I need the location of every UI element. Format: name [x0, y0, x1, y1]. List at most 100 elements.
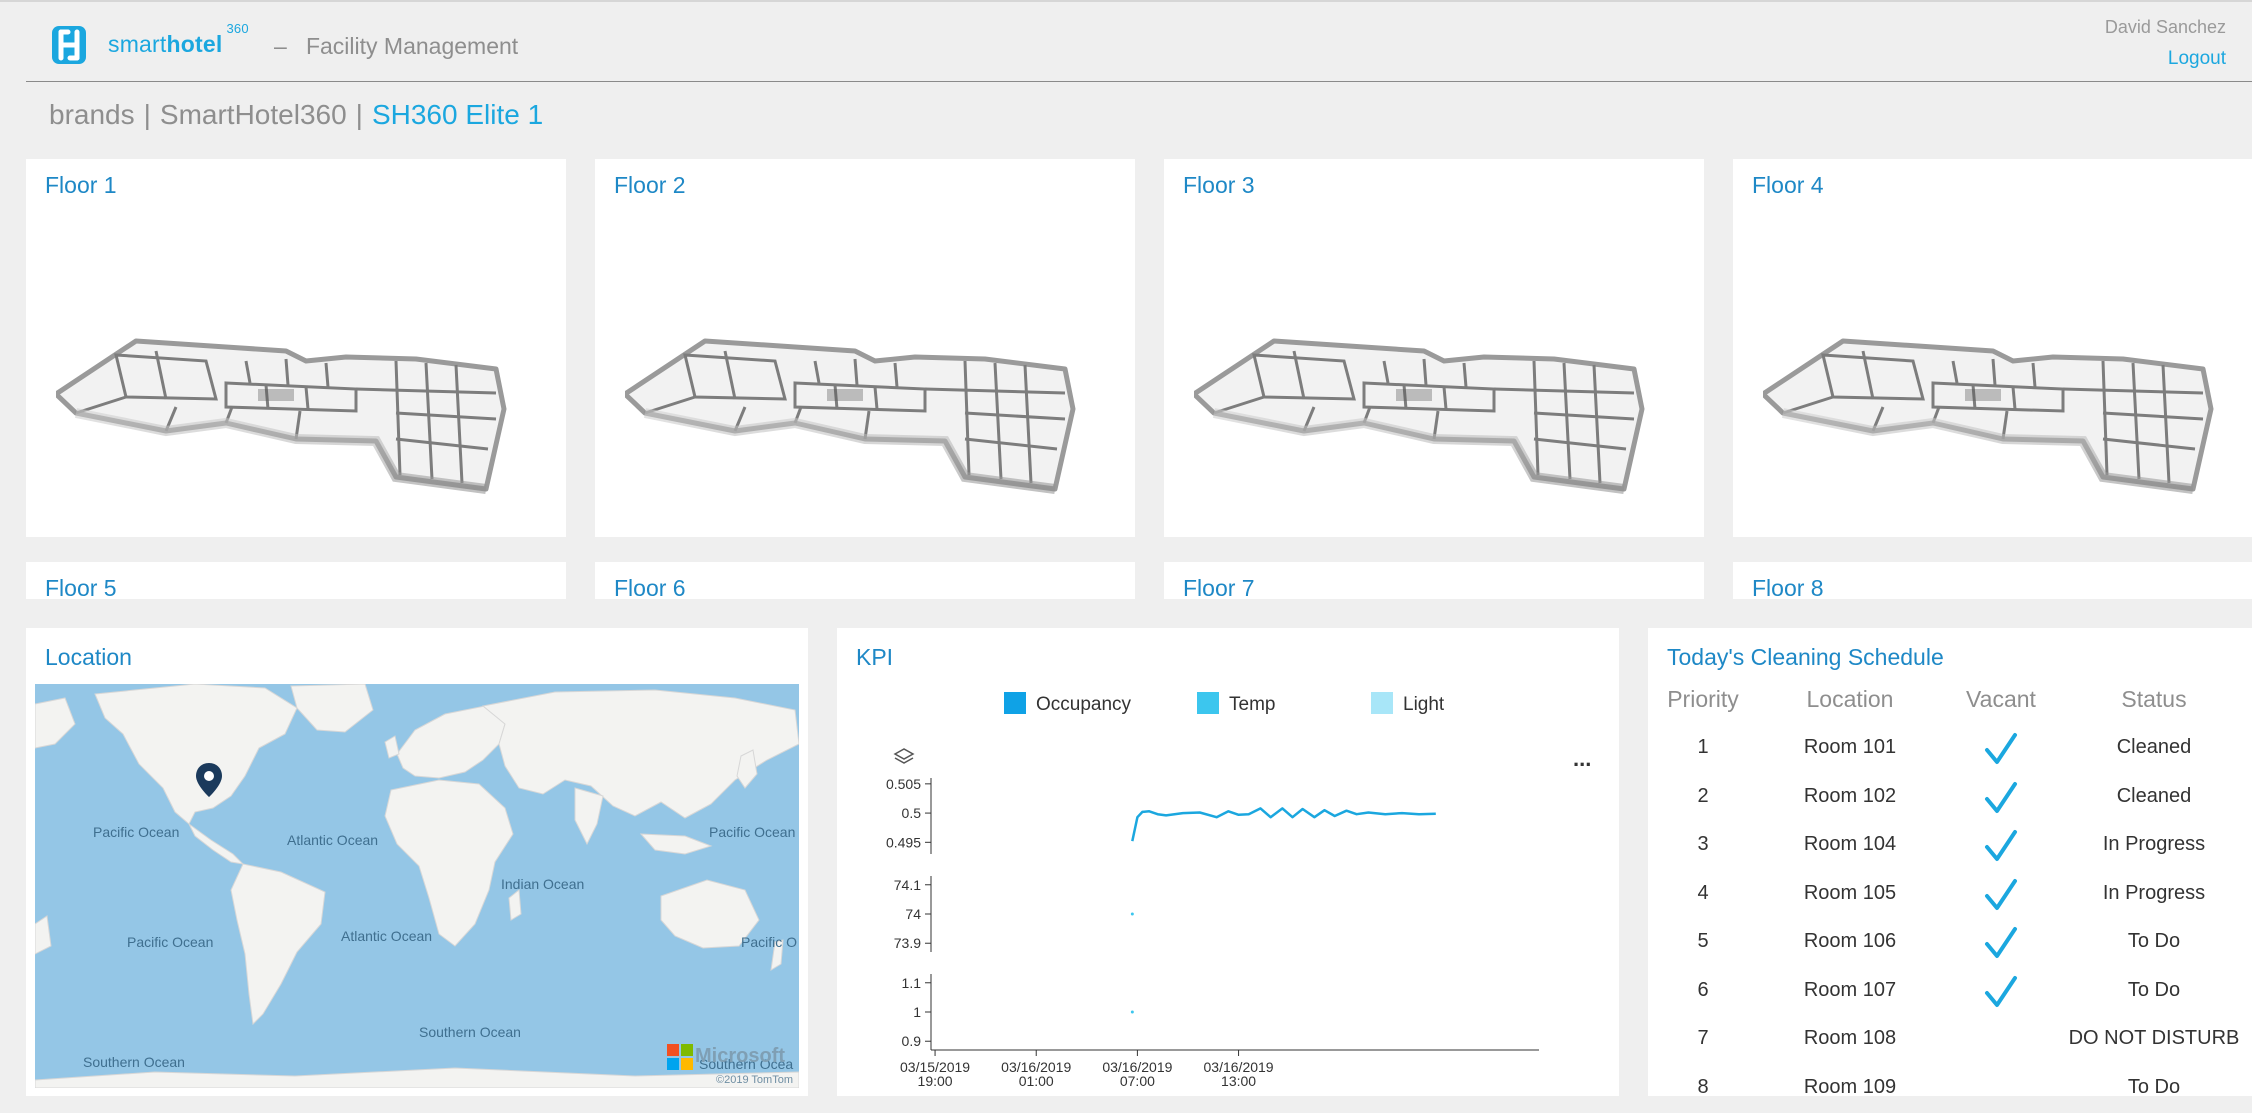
column-header: Vacant [1966, 686, 2036, 712]
floor-card[interactable]: Floor 7 [1164, 562, 1704, 599]
map-copyright: ©2019 TomTom [716, 1074, 793, 1086]
floor-title: Floor 2 [614, 172, 686, 198]
y-tick-label: 73.9 [894, 935, 921, 951]
cell-status: To Do [2127, 1075, 2181, 1098]
table-row[interactable]: 2 Room 102 Cleaned [1648, 781, 2252, 821]
y-tick-label: 74 [905, 906, 921, 922]
microsoft-logo-icon [667, 1044, 693, 1070]
y-tick-label: 1.1 [902, 975, 922, 991]
checkmark-icon [1985, 830, 2017, 861]
column-header: Status [2121, 686, 2187, 712]
cell-location: Room 105 [1803, 881, 1897, 904]
map-label-pacific-edge: Pacific O [741, 934, 798, 950]
table-row[interactable]: 8 Room 109 To Do [1648, 1072, 2252, 1112]
brand-bold: hotel [166, 31, 223, 57]
y-tick-label: 0.5 [902, 805, 922, 821]
floor-title: Floor 7 [1183, 575, 1255, 599]
table-row[interactable]: 7 Room 108 DO NOT DISTURB [1648, 1023, 2252, 1063]
table-row[interactable]: 3 Room 104 In Progress [1648, 829, 2252, 869]
y-tick-label: 0.9 [902, 1033, 922, 1049]
map-label-atlantic-south: Atlantic Ocean [341, 928, 433, 944]
map-label-southern-west: Southern Ocean [83, 1054, 185, 1070]
cell-status: DO NOT DISTURB [2068, 1027, 2240, 1049]
y-tick-label: 0.505 [886, 776, 921, 792]
location-panel: Location Pacific Ocean Atlantic Ocean In… [26, 628, 808, 1096]
user-name: David Sanchez [2104, 17, 2226, 37]
cleaning-title: Today's Cleaning Schedule [1667, 644, 1944, 670]
x-tick-time: 13:00 [1221, 1073, 1256, 1089]
x-tick-time: 07:00 [1120, 1073, 1155, 1089]
kpi-panel: KPI Occupancy Temp Light ... 0.505 0.5 0.495 7… [837, 628, 1619, 1096]
floor-card[interactable]: Floor 8 [1733, 562, 2252, 599]
checkmark-icon [1985, 927, 2017, 958]
map-label-southern: Southern Ocean [419, 1024, 521, 1040]
map-label-pacific-south: Pacific Ocean [127, 934, 214, 950]
checkmark-icon [1985, 878, 2017, 910]
app-title-text: Facility Management [305, 33, 519, 59]
location-title: Location [45, 644, 132, 670]
floor-card[interactable]: Floor 1 [26, 159, 566, 537]
map-label-atlantic: Atlantic Ocean [287, 832, 379, 848]
series-point-light [1130, 1010, 1134, 1014]
smarthotel-logo-icon [52, 26, 86, 64]
floor-plan-image [625, 338, 1076, 494]
floor-card[interactable]: Floor 3 [1164, 159, 1704, 537]
world-map-land [35, 684, 799, 1088]
breadcrumb-separator: | [143, 99, 151, 130]
cell-location: Room 109 [1803, 1075, 1897, 1098]
series-point-temp [1130, 912, 1134, 916]
logout-link[interactable]: Logout [2168, 48, 2226, 70]
brand-sup: 360 [226, 21, 249, 37]
table-row[interactable]: 6 Room 107 To Do [1648, 975, 2252, 1015]
table-row[interactable]: 5 Room 106 To Do [1648, 926, 2252, 966]
floor-card[interactable]: Floor 2 [595, 159, 1135, 537]
breadcrumb-separator: | [355, 99, 363, 130]
floor-plan-image [1194, 338, 1645, 494]
map-label-pacific-east: Pacific Ocean [709, 824, 796, 840]
microsoft-wordmark: Microsoft [695, 1045, 785, 1067]
cleaning-panel: Today's Cleaning Schedule Priority Locati… [1648, 628, 2252, 1098]
table-row[interactable]: 1 Room 101 Cleaned [1648, 732, 2252, 772]
title-separator: – [274, 33, 287, 59]
x-tick-time: 01:00 [1019, 1073, 1054, 1089]
series-line-occupancy [1131, 807, 1436, 842]
floor-title: Floor 8 [1752, 575, 1824, 599]
app-header: smarthotel360 – Facility Management Davi… [26, 0, 2252, 82]
more-menu-button[interactable]: ... [1573, 746, 1591, 771]
column-header: Location [1806, 686, 1894, 712]
checkmark-icon [1985, 975, 2017, 1007]
checkmark-icon [1985, 733, 2017, 764]
breadcrumb: brands | SmartHotel360 | SH360 Elite 1 [49, 99, 543, 131]
layers-icon[interactable] [893, 748, 915, 764]
breadcrumb-smarthotel360[interactable]: SmartHotel360 [160, 99, 347, 130]
column-header: Priority [1667, 686, 1739, 712]
y-tick-label: 0.495 [886, 834, 921, 850]
floor-title: Floor 3 [1183, 172, 1255, 198]
floor-title: Floor 5 [45, 575, 117, 599]
cell-status: In Progress [2102, 881, 2206, 904]
kpi-chart: ...0.5050.50.49574.17473.91.110.903/15/2… [886, 746, 1591, 1089]
breadcrumb-current: SH360 Elite 1 [371, 99, 544, 130]
floor-card[interactable]: Floor 4 [1733, 159, 2252, 537]
cell-status: To Do [2127, 930, 2181, 952]
map-pin-icon[interactable] [195, 762, 223, 798]
x-tick-time: 19:00 [918, 1073, 953, 1089]
cell-location: Room 104 [1803, 833, 1897, 855]
y-tick-label: 74.1 [894, 877, 921, 893]
cell-location: Room 108 [1803, 1027, 1897, 1049]
cell-status: Cleaned [2116, 784, 2192, 807]
table-row[interactable]: 4 Room 105 In Progress [1648, 878, 2252, 918]
breadcrumb-brands[interactable]: brands [49, 99, 135, 130]
cell-status: Cleaned [2116, 736, 2192, 758]
brand-name: smarthotel360 [108, 21, 249, 58]
floor-title: Floor 6 [614, 575, 686, 599]
world-map[interactable]: Pacific Ocean Atlantic Ocean Indian Ocea… [35, 684, 799, 1088]
floor-card[interactable]: Floor 6 [595, 562, 1135, 599]
floor-plan-image [56, 338, 507, 494]
app-title: – Facility Management [274, 33, 518, 60]
floor-card[interactable]: Floor 5 [26, 562, 566, 599]
y-tick-label: 1 [913, 1004, 921, 1020]
map-label-pacific: Pacific Ocean [93, 824, 180, 840]
cell-status: To Do [2127, 978, 2181, 1001]
brand-light: smart [108, 31, 167, 57]
